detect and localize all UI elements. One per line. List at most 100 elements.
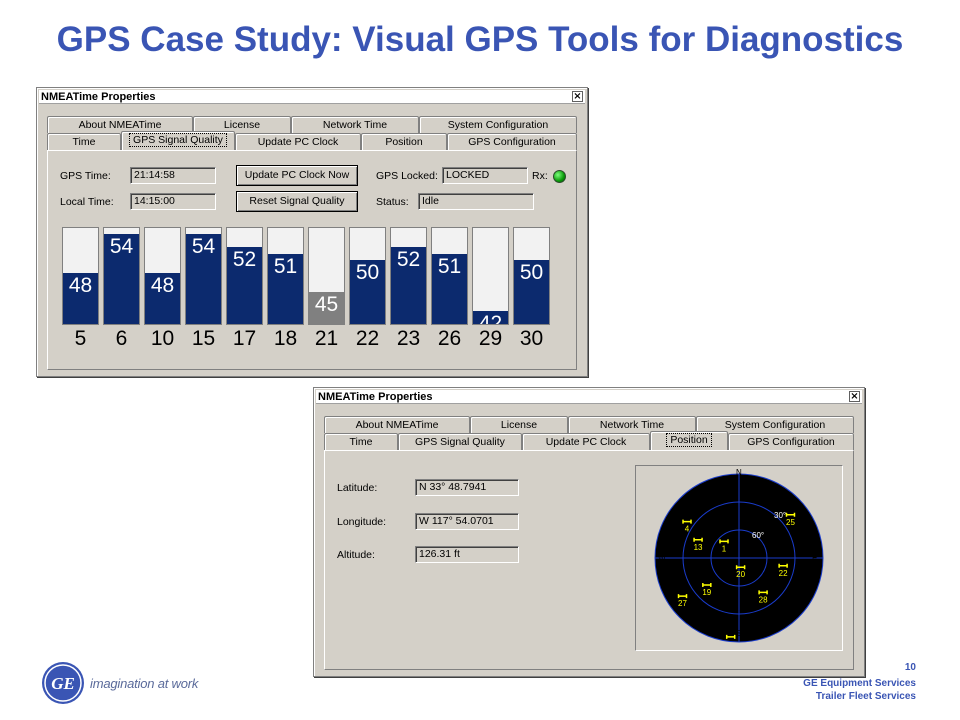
satellite-label: 28	[759, 595, 768, 604]
satellite-prn-label: 21	[314, 327, 339, 350]
signal-bar-fill: 51	[268, 254, 303, 324]
satellite-skyplot: N S E W 30° 60° 4 13 1 25 22 20 19 27 28	[654, 468, 824, 643]
window-title-bar[interactable]: NMEATime Properties ×	[39, 90, 585, 104]
satellite-13: 13	[693, 537, 703, 552]
tagline: imagination at work	[90, 676, 199, 691]
tab-gps-configuration[interactable]: GPS Configuration	[447, 133, 577, 150]
reset-signal-quality-button[interactable]: Reset Signal Quality	[236, 191, 358, 212]
rx-label: Rx:	[532, 170, 548, 182]
signal-bar-fill: 50	[514, 260, 549, 324]
satellite-28: 28	[758, 590, 768, 604]
ring-label-30: 30°	[774, 511, 786, 520]
signal-bar-5: 48	[62, 227, 99, 325]
satellite-prn-label: 29	[478, 327, 503, 350]
signal-quality-panel: GPS Time: 21:14:58 Local Time: 14:15:00 …	[47, 150, 577, 370]
status-label: Status:	[376, 196, 409, 208]
close-icon[interactable]: ×	[572, 91, 583, 102]
signal-bar-chart: 48 5 54 6 48 10 54 15 52 17 51 18 45 21 50 22 52 23 51 26 42…	[62, 227, 556, 367]
status-field: Idle	[418, 193, 534, 210]
signal-bar-fill: 48	[145, 273, 180, 324]
compass-south: S	[736, 629, 741, 638]
compass-west: W	[658, 554, 666, 563]
signal-bar-6: 54	[103, 227, 140, 325]
footer-division: GE Equipment Services	[803, 678, 916, 689]
rx-indicator-icon	[553, 170, 566, 183]
satellite-label: 19	[702, 588, 711, 597]
tab-position[interactable]: Position	[361, 133, 447, 150]
satellite-label: 25	[786, 518, 795, 527]
gps-time-label: GPS Time:	[60, 170, 111, 182]
satellite-prn-label: 17	[232, 327, 257, 350]
footer-subdivision: Trailer Fleet Services	[815, 691, 916, 702]
satellite-19: 19	[702, 582, 712, 597]
satellite-prn-label: 18	[273, 327, 298, 350]
satellite-label: 22	[779, 569, 788, 578]
position-window: NMEATime Properties × About NMEATime Lic…	[313, 387, 865, 677]
satellite-label: 27	[678, 599, 687, 608]
satellite-prn-label: 15	[191, 327, 216, 350]
compass-north: N	[736, 468, 742, 477]
tab-license[interactable]: License	[470, 416, 568, 433]
signal-bar-17: 52	[226, 227, 263, 325]
position-panel: Latitude: N 33° 48.7941 Longitude: W 117…	[324, 450, 854, 670]
satellite-prn-label: 10	[150, 327, 175, 350]
latitude-field: N 33° 48.7941	[415, 479, 519, 496]
signal-bar-fill: 52	[227, 247, 262, 324]
satellite-prn-label: 30	[519, 327, 544, 350]
tab-system-configuration[interactable]: System Configuration	[419, 116, 577, 133]
gps-time-field: 21:14:58	[130, 167, 216, 184]
window-title-bar[interactable]: NMEATime Properties ×	[316, 390, 862, 404]
update-pc-clock-button[interactable]: Update PC Clock Now	[236, 165, 358, 186]
local-time-field: 14:15:00	[130, 193, 216, 210]
tab-network-time[interactable]: Network Time	[291, 116, 419, 133]
satellite-prn-label: 23	[396, 327, 421, 350]
gps-locked-label: GPS Locked:	[376, 170, 438, 182]
latitude-label: Latitude:	[337, 482, 378, 494]
svg-text:GE: GE	[51, 674, 75, 693]
signal-bar-fill: 42	[473, 311, 508, 324]
signal-quality-window: NMEATime Properties × About NMEATime Lic…	[36, 87, 588, 377]
satellite-27: 27	[677, 594, 688, 608]
tab-about-nmeatime[interactable]: About NMEATime	[324, 416, 470, 433]
ge-logo-icon: GE	[42, 662, 84, 704]
signal-bar-23: 52	[390, 227, 427, 325]
satellite-prn-label: 6	[115, 327, 128, 350]
close-icon[interactable]: ×	[849, 391, 860, 402]
satellite-25: 25	[785, 512, 795, 527]
signal-bar-fill: 51	[432, 254, 467, 324]
satellite-label: 20	[736, 570, 745, 579]
signal-bar-10: 48	[144, 227, 181, 325]
signal-bar-fill: 54	[186, 234, 221, 324]
signal-bar-fill: 50	[350, 260, 385, 324]
tab-position[interactable]: Position	[650, 431, 728, 450]
tab-time[interactable]: Time	[324, 433, 398, 450]
signal-bar-29: 42	[472, 227, 509, 325]
window-title: NMEATime Properties	[41, 91, 156, 103]
signal-bar-18: 51	[267, 227, 304, 325]
tab-update-pc-clock[interactable]: Update PC Clock	[522, 433, 650, 450]
gps-locked-field: LOCKED	[442, 167, 528, 184]
compass-east: E	[812, 554, 817, 563]
satellite-prn-label: 5	[74, 327, 87, 350]
tab-gps-signal-quality[interactable]: GPS Signal Quality	[398, 433, 522, 450]
tab-time[interactable]: Time	[47, 133, 121, 150]
page-number: 10	[904, 662, 916, 673]
satellite-prn-label: 26	[437, 327, 462, 350]
longitude-field: W 117° 54.0701	[415, 513, 519, 530]
satellite-22: 22	[778, 563, 788, 578]
tab-gps-signal-quality[interactable]: GPS Signal Quality	[121, 131, 235, 150]
signal-bar-15: 54	[185, 227, 222, 325]
signal-bar-fill: 45	[309, 292, 344, 324]
signal-bar-fill: 52	[391, 247, 426, 324]
window-title: NMEATime Properties	[318, 391, 433, 403]
signal-bar-fill: 48	[63, 273, 98, 324]
signal-bar-22: 50	[349, 227, 386, 325]
ring-label-60: 60°	[752, 531, 764, 540]
tab-update-pc-clock[interactable]: Update PC Clock	[235, 133, 361, 150]
tab-gps-configuration[interactable]: GPS Configuration	[728, 433, 854, 450]
satellite-label: 13	[694, 543, 703, 552]
skyplot-frame: N S E W 30° 60° 4 13 1 25 22 20 19 27 28	[635, 465, 843, 651]
altitude-label: Altitude:	[337, 549, 375, 561]
longitude-label: Longitude:	[337, 516, 387, 528]
signal-bar-fill: 54	[104, 234, 139, 324]
